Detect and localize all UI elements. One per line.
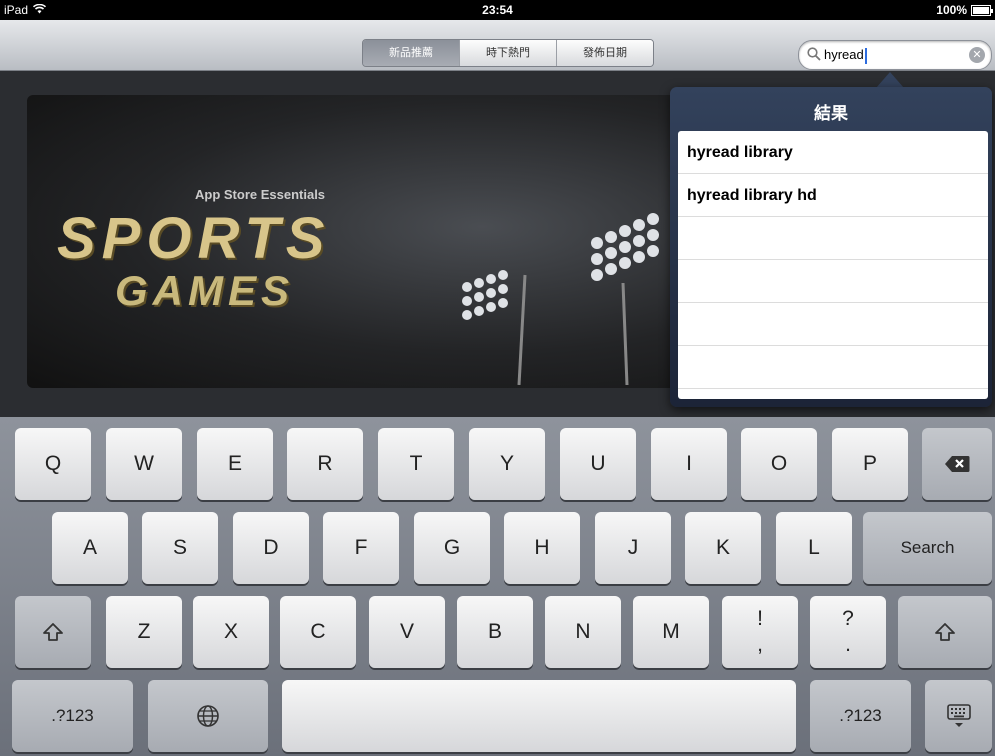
empty-row bbox=[678, 217, 988, 260]
key-l[interactable]: L bbox=[776, 512, 852, 584]
key-bottom-char: . bbox=[845, 633, 851, 656]
empty-row bbox=[678, 346, 988, 389]
shift-icon bbox=[934, 620, 956, 643]
clock: 23:54 bbox=[482, 3, 513, 17]
battery-percent: 100% bbox=[936, 3, 967, 17]
search-results-popover: 結果 hyread library hyread library hd bbox=[670, 87, 992, 407]
empty-row bbox=[678, 260, 988, 303]
segment-new[interactable]: 新品推薦 bbox=[363, 40, 459, 66]
key-exclamation[interactable]: ! , bbox=[722, 596, 798, 668]
key-w[interactable]: W bbox=[106, 428, 182, 500]
key-c[interactable]: C bbox=[280, 596, 356, 668]
space-bar[interactable] bbox=[282, 680, 796, 752]
key-a[interactable]: A bbox=[52, 512, 128, 584]
key-s[interactable]: S bbox=[142, 512, 218, 584]
numbers-key-right[interactable]: .?123 bbox=[810, 680, 911, 752]
key-i[interactable]: I bbox=[651, 428, 727, 500]
battery-icon bbox=[971, 4, 993, 16]
key-t[interactable]: T bbox=[378, 428, 454, 500]
key-y[interactable]: Y bbox=[469, 428, 545, 500]
backspace-icon bbox=[944, 452, 970, 475]
segmented-control: 新品推薦 時下熱門 發佈日期 bbox=[362, 39, 654, 67]
key-f[interactable]: F bbox=[323, 512, 399, 584]
result-item[interactable]: hyread library hd bbox=[678, 174, 988, 217]
on-screen-keyboard: Q W E R T Y U I O P A S D F G H J K L Se… bbox=[0, 417, 995, 756]
key-question[interactable]: ? . bbox=[810, 596, 886, 668]
key-v[interactable]: V bbox=[369, 596, 445, 668]
globe-key[interactable] bbox=[148, 680, 268, 752]
backspace-key[interactable] bbox=[922, 428, 992, 500]
popover-title: 結果 bbox=[814, 104, 848, 123]
shift-icon bbox=[42, 620, 64, 643]
key-e[interactable]: E bbox=[197, 428, 273, 500]
key-d[interactable]: D bbox=[233, 512, 309, 584]
popover-arrow bbox=[876, 72, 904, 88]
key-q[interactable]: Q bbox=[15, 428, 91, 500]
key-u[interactable]: U bbox=[560, 428, 636, 500]
search-icon bbox=[807, 47, 821, 66]
key-z[interactable]: Z bbox=[106, 596, 182, 668]
key-g[interactable]: G bbox=[414, 512, 490, 584]
feature-banner[interactable]: App Store Essentials SPORTS GAMES bbox=[27, 95, 677, 388]
globe-icon bbox=[196, 704, 220, 728]
banner-title-line1: SPORTS bbox=[57, 206, 331, 271]
shift-key-right[interactable] bbox=[898, 596, 992, 668]
results-list: hyread library hyread library hd bbox=[678, 131, 988, 399]
result-item[interactable]: hyread library bbox=[678, 131, 988, 174]
key-o[interactable]: O bbox=[741, 428, 817, 500]
key-top-char: ? bbox=[842, 607, 854, 630]
empty-row bbox=[678, 303, 988, 346]
key-r[interactable]: R bbox=[287, 428, 363, 500]
key-x[interactable]: X bbox=[193, 596, 269, 668]
clear-icon[interactable]: ✕ bbox=[969, 47, 985, 63]
search-field[interactable]: hyread ✕ bbox=[798, 40, 992, 70]
numbers-key-left[interactable]: .?123 bbox=[12, 680, 133, 752]
stadium-lights-image bbox=[427, 205, 677, 388]
key-b[interactable]: B bbox=[457, 596, 533, 668]
shift-key-left[interactable] bbox=[15, 596, 91, 668]
key-h[interactable]: H bbox=[504, 512, 580, 584]
banner-title-line2: GAMES bbox=[115, 267, 295, 314]
dismiss-keyboard-key[interactable] bbox=[925, 680, 992, 752]
keyboard-hide-icon bbox=[945, 704, 973, 728]
key-m[interactable]: M bbox=[633, 596, 709, 668]
key-bottom-char: , bbox=[757, 633, 763, 656]
segment-release-date[interactable]: 發佈日期 bbox=[556, 40, 653, 66]
status-bar: iPad 23:54 100% bbox=[0, 0, 995, 20]
key-k[interactable]: K bbox=[685, 512, 761, 584]
search-input-text[interactable]: hyread bbox=[824, 47, 864, 62]
key-p[interactable]: P bbox=[832, 428, 908, 500]
key-j[interactable]: J bbox=[595, 512, 671, 584]
segment-popular[interactable]: 時下熱門 bbox=[459, 40, 556, 66]
key-top-char: ! bbox=[757, 607, 763, 630]
key-n[interactable]: N bbox=[545, 596, 621, 668]
text-cursor bbox=[864, 47, 867, 64]
banner-subtitle: App Store Essentials bbox=[195, 187, 326, 202]
search-key[interactable]: Search bbox=[863, 512, 992, 584]
